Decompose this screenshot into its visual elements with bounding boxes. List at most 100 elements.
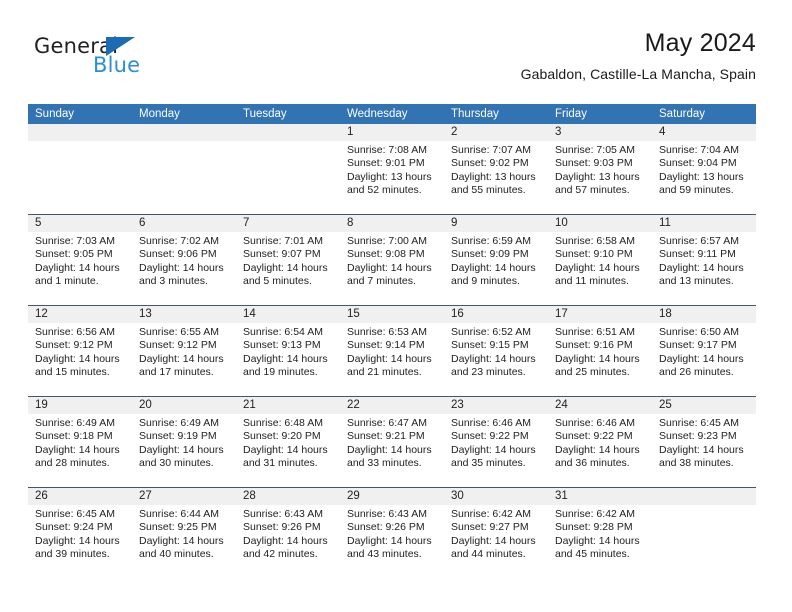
weekday-header-friday: Friday [555, 108, 587, 120]
sunset-text: Sunset: 9:19 PM [139, 430, 217, 443]
sunset-text: Sunset: 9:09 PM [451, 248, 529, 261]
sunrise-text: Sunrise: 6:50 AM [659, 326, 739, 338]
day-cell-30[interactable]: 30 Sunrise: 6:42 AM Sunset: 9:27 PM Dayligh… [444, 488, 548, 578]
day-cell-22[interactable]: 22 Sunrise: 6:47 AM Sunset: 9:21 PM Dayligh… [340, 397, 444, 487]
day-number: 8 [340, 215, 444, 232]
day-number: 24 [548, 397, 652, 414]
day-details: Sunrise: 6:53 AM Sunset: 9:14 PM Daylight:… [340, 323, 444, 380]
daylight-text: and 35 minutes. [451, 457, 526, 470]
sunset-text: Sunset: 9:10 PM [555, 248, 633, 261]
sunrise-text: Sunrise: 6:47 AM [347, 417, 427, 429]
day-cell-25[interactable]: 25 Sunrise: 6:45 AM Sunset: 9:23 PM Dayligh… [652, 397, 756, 487]
sunset-text: Sunset: 9:15 PM [451, 339, 529, 352]
daylight-text: Daylight: 14 hours [451, 534, 536, 547]
weekday-header-saturday: Saturday [659, 108, 706, 120]
day-cell-20[interactable]: 20 Sunrise: 6:49 AM Sunset: 9:19 PM Dayligh… [132, 397, 236, 487]
daylight-text: Daylight: 13 hours [347, 170, 432, 183]
day-cell-27[interactable]: 27 Sunrise: 6:44 AM Sunset: 9:25 PM Dayligh… [132, 488, 236, 578]
daylight-text: Daylight: 14 hours [243, 534, 328, 547]
day-details: Sunrise: 6:47 AM Sunset: 9:21 PM Daylight:… [340, 414, 444, 471]
day-cell-26[interactable]: 26 Sunrise: 6:45 AM Sunset: 9:24 PM Dayligh… [28, 488, 132, 578]
daylight-text: and 33 minutes. [347, 457, 422, 470]
daylight-text: and 1 minute. [35, 275, 99, 288]
day-cell-12[interactable]: 12 Sunrise: 6:56 AM Sunset: 9:12 PM Dayligh… [28, 306, 132, 396]
day-details: Sunrise: 6:50 AM Sunset: 9:17 PM Daylight:… [652, 323, 756, 380]
day-cell-10[interactable]: 10 Sunrise: 6:58 AM Sunset: 9:10 PM Dayligh… [548, 215, 652, 305]
day-cell-6[interactable]: 6 Sunrise: 7:02 AM Sunset: 9:06 PM Daylight… [132, 215, 236, 305]
day-cell-28[interactable]: 28 Sunrise: 6:43 AM Sunset: 9:26 PM Dayligh… [236, 488, 340, 578]
day-number: 27 [132, 488, 236, 505]
calendar-week-row: 19 Sunrise: 6:49 AM Sunset: 9:18 PM Dayligh… [28, 396, 756, 487]
sunset-text: Sunset: 9:25 PM [139, 521, 217, 534]
daylight-text: Daylight: 14 hours [347, 443, 432, 456]
day-details: Sunrise: 7:07 AM Sunset: 9:02 PM Daylight:… [444, 141, 548, 198]
day-cell-19[interactable]: 19 Sunrise: 6:49 AM Sunset: 9:18 PM Dayligh… [28, 397, 132, 487]
sunrise-text: Sunrise: 6:51 AM [555, 326, 635, 338]
day-cell-18[interactable]: 18 Sunrise: 6:50 AM Sunset: 9:17 PM Dayligh… [652, 306, 756, 396]
calendar-grid: Sunday Monday Tuesday Wednesday Thursday Frid… [28, 104, 756, 578]
day-details: Sunrise: 6:52 AM Sunset: 9:15 PM Daylight:… [444, 323, 548, 380]
day-details: Sunrise: 6:42 AM Sunset: 9:28 PM Daylight:… [548, 505, 652, 562]
day-cell-7[interactable]: 7 Sunrise: 7:01 AM Sunset: 9:07 PM Daylight… [236, 215, 340, 305]
day-cell-14[interactable]: 14 Sunrise: 6:54 AM Sunset: 9:13 PM Dayligh… [236, 306, 340, 396]
sunrise-text: Sunrise: 6:49 AM [35, 417, 115, 429]
daylight-text: Daylight: 14 hours [139, 352, 224, 365]
day-cell-31[interactable]: 31 Sunrise: 6:42 AM Sunset: 9:28 PM Dayligh… [548, 488, 652, 578]
daylight-text: and 11 minutes. [555, 275, 629, 288]
day-cell-4[interactable]: 4 Sunrise: 7:04 AM Sunset: 9:04 PM Daylight… [652, 124, 756, 214]
sunrise-text: Sunrise: 6:54 AM [243, 326, 323, 338]
daylight-text: and 55 minutes. [451, 184, 526, 197]
day-details: Sunrise: 7:05 AM Sunset: 9:03 PM Daylight:… [548, 141, 652, 198]
day-number: 7 [236, 215, 340, 232]
day-number: 6 [132, 215, 236, 232]
sunset-text: Sunset: 9:11 PM [659, 248, 736, 261]
sunset-text: Sunset: 9:18 PM [35, 430, 113, 443]
daylight-text: and 57 minutes. [555, 184, 630, 197]
day-cell-5[interactable]: 5 Sunrise: 7:03 AM Sunset: 9:05 PM Daylight… [28, 215, 132, 305]
sunset-text: Sunset: 9:12 PM [139, 339, 217, 352]
day-cell-empty [28, 124, 132, 214]
sunrise-text: Sunrise: 7:08 AM [347, 144, 427, 156]
daylight-text: Daylight: 13 hours [451, 170, 536, 183]
day-details [236, 141, 340, 144]
day-cell-3[interactable]: 3 Sunrise: 7:05 AM Sunset: 9:03 PM Daylight… [548, 124, 652, 214]
day-cell-21[interactable]: 21 Sunrise: 6:48 AM Sunset: 9:20 PM Dayligh… [236, 397, 340, 487]
day-details: Sunrise: 7:01 AM Sunset: 9:07 PM Daylight:… [236, 232, 340, 289]
day-cell-9[interactable]: 9 Sunrise: 6:59 AM Sunset: 9:09 PM Daylight… [444, 215, 548, 305]
daylight-text: Daylight: 14 hours [35, 352, 120, 365]
day-cell-15[interactable]: 15 Sunrise: 6:53 AM Sunset: 9:14 PM Dayligh… [340, 306, 444, 396]
sunrise-text: Sunrise: 7:02 AM [139, 235, 219, 247]
day-cell-17[interactable]: 17 Sunrise: 6:51 AM Sunset: 9:16 PM Dayligh… [548, 306, 652, 396]
day-details: Sunrise: 6:54 AM Sunset: 9:13 PM Daylight:… [236, 323, 340, 380]
sunrise-text: Sunrise: 7:07 AM [451, 144, 531, 156]
sunset-text: Sunset: 9:12 PM [35, 339, 113, 352]
day-cell-16[interactable]: 16 Sunrise: 6:52 AM Sunset: 9:15 PM Dayligh… [444, 306, 548, 396]
daylight-text: and 38 minutes. [659, 457, 734, 470]
sunrise-text: Sunrise: 6:49 AM [139, 417, 219, 429]
day-cell-24[interactable]: 24 Sunrise: 6:46 AM Sunset: 9:22 PM Dayligh… [548, 397, 652, 487]
sunset-text: Sunset: 9:27 PM [451, 521, 529, 534]
day-number: 23 [444, 397, 548, 414]
day-cell-13[interactable]: 13 Sunrise: 6:55 AM Sunset: 9:12 PM Dayligh… [132, 306, 236, 396]
daylight-text: and 15 minutes. [35, 366, 110, 379]
daylight-text: Daylight: 14 hours [555, 534, 640, 547]
day-number: 1 [340, 124, 444, 141]
day-cell-8[interactable]: 8 Sunrise: 7:00 AM Sunset: 9:08 PM Daylight… [340, 215, 444, 305]
day-details: Sunrise: 6:42 AM Sunset: 9:27 PM Daylight:… [444, 505, 548, 562]
day-cell-11[interactable]: 11 Sunrise: 6:57 AM Sunset: 9:11 PM Dayligh… [652, 215, 756, 305]
day-details: Sunrise: 6:48 AM Sunset: 9:20 PM Daylight:… [236, 414, 340, 471]
sunrise-text: Sunrise: 6:57 AM [659, 235, 739, 247]
daylight-text: Daylight: 13 hours [659, 170, 744, 183]
day-number: 5 [28, 215, 132, 232]
sunrise-text: Sunrise: 6:58 AM [555, 235, 635, 247]
day-number: 18 [652, 306, 756, 323]
daylight-text: and 59 minutes. [659, 184, 734, 197]
weekday-header-wednesday: Wednesday [347, 108, 408, 120]
daylight-text: Daylight: 14 hours [243, 443, 328, 456]
day-cell-29[interactable]: 29 Sunrise: 6:43 AM Sunset: 9:26 PM Dayligh… [340, 488, 444, 578]
day-cell-23[interactable]: 23 Sunrise: 6:46 AM Sunset: 9:22 PM Dayligh… [444, 397, 548, 487]
day-cell-1[interactable]: 1 Sunrise: 7:08 AM Sunset: 9:01 PM Daylight… [340, 124, 444, 214]
sunrise-text: Sunrise: 6:59 AM [451, 235, 531, 247]
day-details: Sunrise: 6:46 AM Sunset: 9:22 PM Daylight:… [548, 414, 652, 471]
day-cell-2[interactable]: 2 Sunrise: 7:07 AM Sunset: 9:02 PM Daylight… [444, 124, 548, 214]
